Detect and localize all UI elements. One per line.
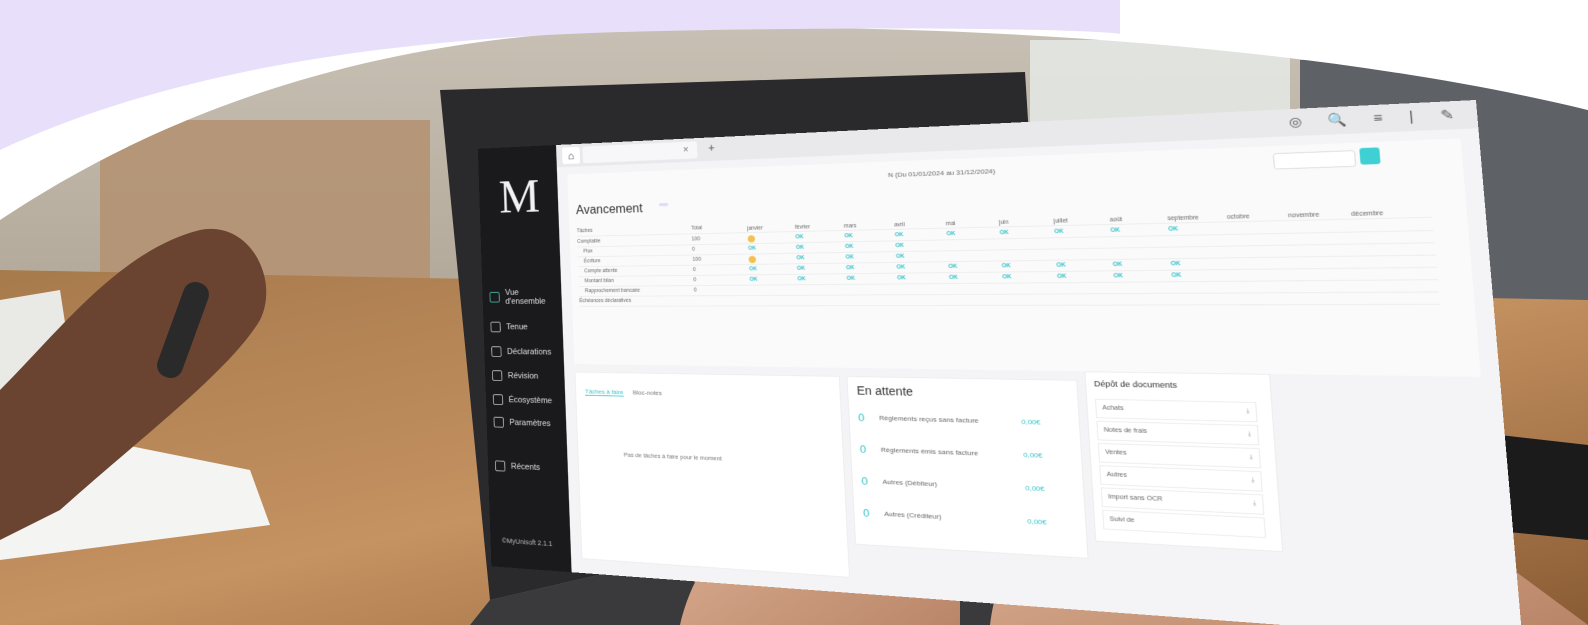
lavender-arc-overlay <box>0 0 1588 220</box>
photo-scene: M Vue d'ensemble Tenue Déclarations Révi… <box>0 0 1588 625</box>
